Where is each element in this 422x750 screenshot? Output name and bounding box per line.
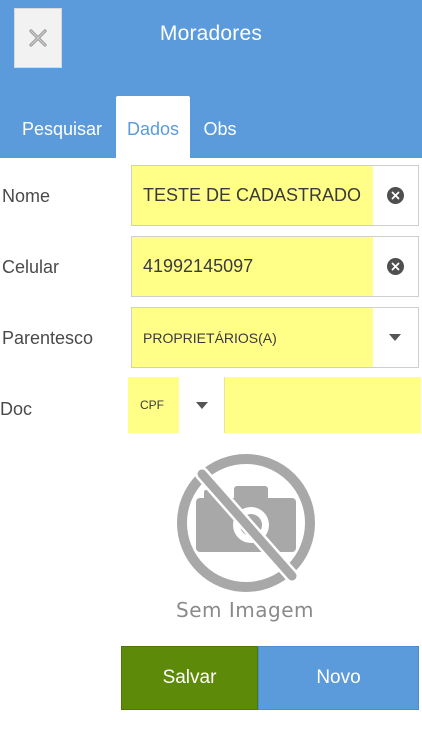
tab-bar: Pesquisar Dados Obs: [0, 96, 422, 158]
doc-type-dropdown-button[interactable]: [179, 377, 224, 433]
parentesco-dropdown-button[interactable]: [372, 308, 418, 367]
app-header: Moradores Pesquisar Dados Obs: [0, 0, 422, 158]
parentesco-value[interactable]: PROPRIETÁRIOS(A): [132, 308, 373, 367]
no-camera-icon: [177, 454, 315, 592]
save-button[interactable]: Salvar: [121, 646, 258, 710]
celular-clear-button[interactable]: [372, 237, 418, 296]
nome-label: Nome: [2, 186, 51, 206]
parentesco-select[interactable]: PROPRIETÁRIOS(A): [131, 307, 419, 368]
tab-pesquisar[interactable]: Pesquisar: [12, 96, 112, 158]
no-image-label: Sem Imagem: [176, 598, 314, 622]
doc-type-value[interactable]: CPF: [128, 377, 179, 433]
nome-input[interactable]: TESTE DE CADASTRADO: [132, 166, 373, 225]
new-button[interactable]: Novo: [258, 646, 419, 710]
clear-icon: [386, 187, 404, 204]
chevron-down-icon: [389, 334, 401, 341]
celular-field[interactable]: 41992145097: [131, 236, 419, 297]
clear-icon: [386, 258, 404, 275]
nome-clear-button[interactable]: [372, 166, 418, 225]
doc-number-input[interactable]: [224, 377, 421, 433]
celular-label: Celular: [2, 257, 60, 277]
tab-obs[interactable]: Obs: [194, 96, 246, 158]
chevron-down-icon: [195, 401, 208, 409]
doc-type-select[interactable]: CPF: [128, 377, 224, 433]
celular-input[interactable]: 41992145097: [132, 237, 373, 296]
doc-label: Doc: [0, 399, 33, 419]
tab-dados[interactable]: Dados: [116, 96, 190, 158]
page-title: Moradores: [159, 22, 263, 45]
parentesco-label: Parentesco: [2, 328, 94, 348]
nome-field[interactable]: TESTE DE CADASTRADO: [131, 165, 419, 226]
